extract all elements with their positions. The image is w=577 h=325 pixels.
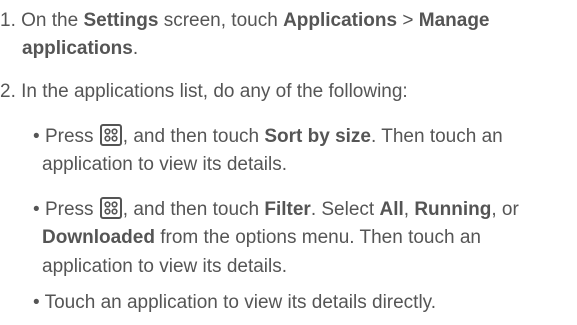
bullet-text: , and then touch xyxy=(122,126,260,147)
ui-term-manage: Manage xyxy=(418,10,490,31)
bullet-text: application to view its details. xyxy=(42,256,288,277)
bullet-text: , or xyxy=(491,199,519,220)
bullet-2-line-1: • Press , and then touch Filter. Select … xyxy=(33,197,519,222)
ui-term-applications: Applications xyxy=(283,10,398,31)
bullet-1-line-2: application to view its details. xyxy=(42,153,287,177)
instruction-document: 1. On the Settings screen, touch Applica… xyxy=(0,0,577,325)
menu-key-icon xyxy=(99,197,122,219)
bullet-marker: • xyxy=(33,199,40,220)
ui-term-applications-2: applications xyxy=(22,38,133,59)
ui-term-filter: Filter xyxy=(264,199,311,220)
step-text: screen, touch xyxy=(163,10,278,31)
bullet-text: application to view its details. xyxy=(42,154,288,175)
bullet-marker: • xyxy=(33,126,40,147)
bullet-text: Touch an application to view its details… xyxy=(44,292,437,313)
step-text: On the xyxy=(21,10,79,31)
ui-term-running: Running xyxy=(414,199,492,220)
menu-key-icon xyxy=(99,124,122,146)
bullet-marker: • xyxy=(33,292,40,313)
ui-term-all: All xyxy=(379,199,404,220)
step-1-line-2: applications. xyxy=(22,37,138,61)
bullet-2-line-2: Downloaded from the options menu. Then t… xyxy=(42,226,481,250)
bullet-3-line-1: • Touch an application to view its detai… xyxy=(33,291,436,315)
step-number: 2. xyxy=(0,81,16,102)
bullet-2-line-3: application to view its details. xyxy=(42,255,287,279)
bullet-text: . Select xyxy=(310,199,375,220)
bullet-text: Press xyxy=(44,199,94,220)
path-separator: > xyxy=(402,10,414,31)
bullet-text: , and then touch xyxy=(122,199,260,220)
step-2-line-1: 2. In the applications list, do any of t… xyxy=(0,80,408,104)
ui-term-sort-by-size: Sort by size xyxy=(264,126,372,147)
bullet-1-line-1: • Press , and then touch Sort by size. T… xyxy=(33,124,503,149)
ui-term-settings: Settings xyxy=(83,10,159,31)
bullet-text: , xyxy=(403,199,410,220)
bullet-text: Press xyxy=(44,126,94,147)
ui-term-downloaded: Downloaded xyxy=(42,227,155,248)
step-text: In the applications list, do any of the … xyxy=(21,81,408,102)
bullet-text: . Then touch an xyxy=(371,126,503,147)
bullet-text: from the options menu. Then touch an xyxy=(160,227,481,248)
step-1-line-1: 1. On the Settings screen, touch Applica… xyxy=(0,9,490,33)
step-number: 1. xyxy=(0,10,16,31)
step-text: . xyxy=(132,38,139,59)
